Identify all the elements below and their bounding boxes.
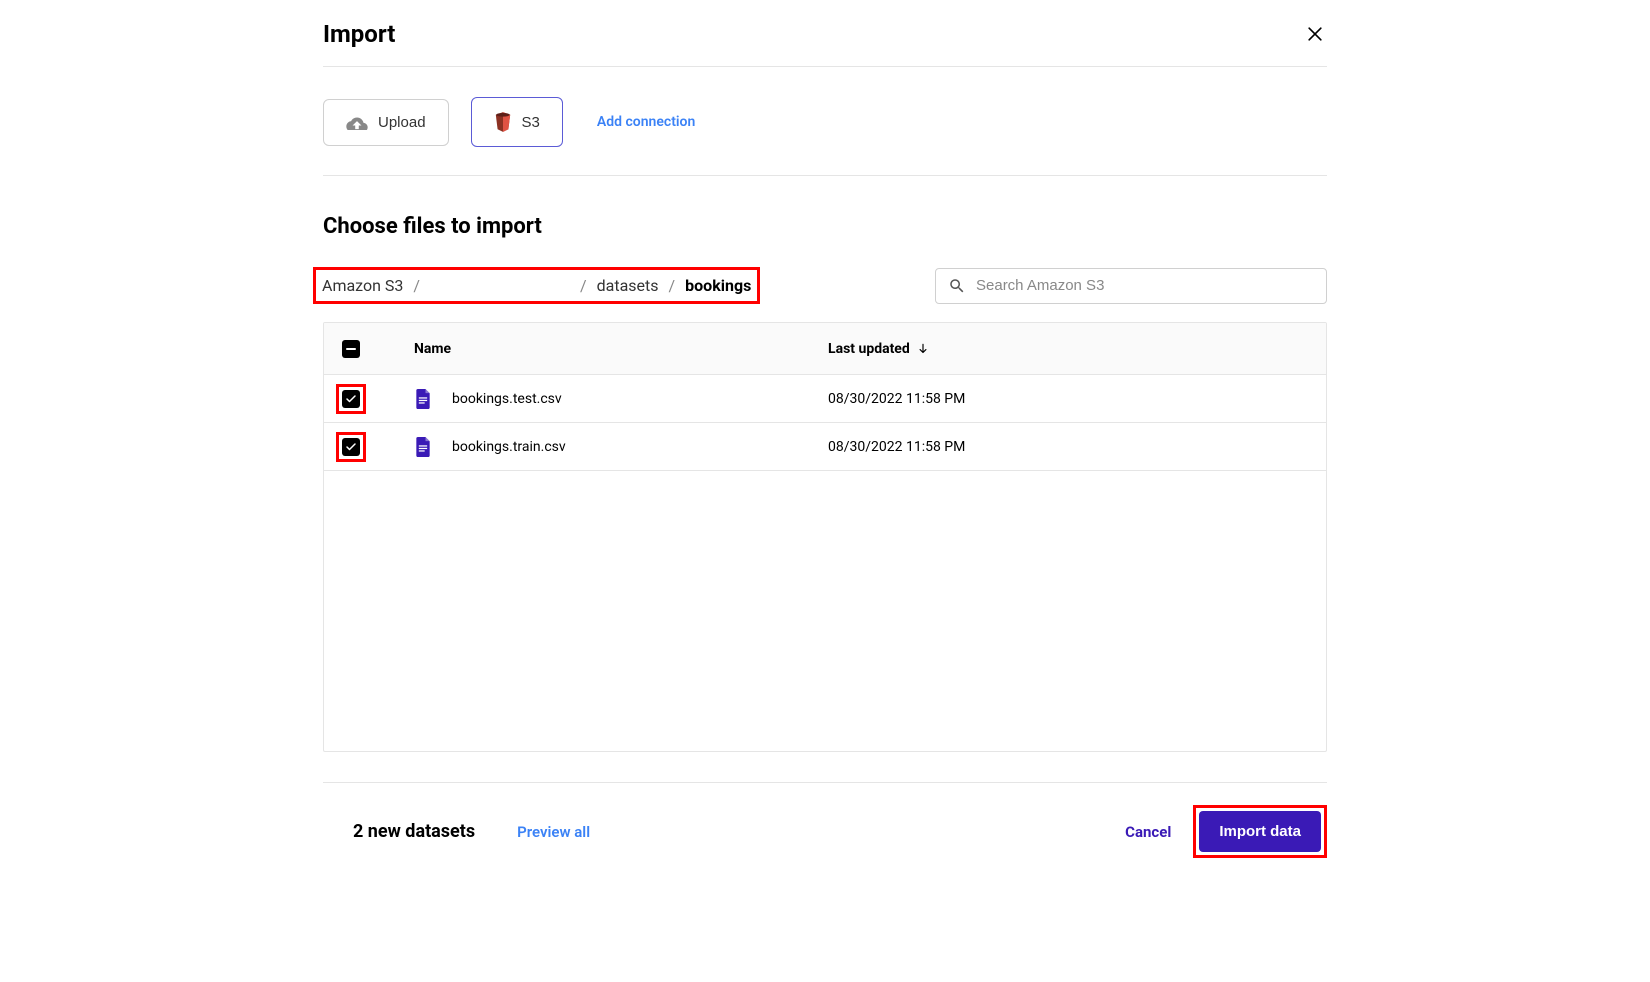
search-box[interactable] [935,268,1327,304]
table-header-row: Name Last updated [324,323,1326,375]
dataset-count-label: 2 new datasets [353,821,475,842]
file-table: Name Last updated [323,322,1327,752]
select-all-checkbox[interactable] [342,340,360,358]
table-row[interactable]: bookings.train.csv 08/30/2022 11:58 PM [324,423,1326,471]
add-connection-link[interactable]: Add connection [597,114,695,130]
file-last-updated: 08/30/2022 11:58 PM [828,391,1308,407]
source-upload-button[interactable]: Upload [323,99,449,146]
file-name: bookings.train.csv [452,439,566,455]
dialog-title: Import [323,20,395,48]
check-icon [345,441,357,453]
row-checkbox-wrapper [336,432,366,462]
table-row[interactable]: bookings.test.csv 08/30/2022 11:58 PM [324,375,1326,423]
breadcrumb-separator: / [669,276,676,295]
row-checkbox[interactable] [342,390,360,408]
breadcrumb-search-row: Amazon S3 / / datasets / bookings [323,267,1327,304]
close-icon [1305,24,1325,44]
file-name: bookings.test.csv [452,391,562,407]
source-s3-button[interactable]: S3 [471,97,563,147]
import-button-wrapper: Import data [1193,805,1327,858]
file-name-cell: bookings.train.csv [414,437,828,457]
source-s3-label: S3 [522,114,540,131]
select-all-checkbox-cell [342,340,414,358]
breadcrumb-separator: / [580,276,587,295]
dialog-footer: 2 new datasets Preview all Cancel Import… [323,782,1327,880]
s3-icon [494,112,512,132]
breadcrumb-datasets[interactable]: datasets [597,276,659,295]
file-icon [414,389,432,409]
breadcrumb-root[interactable]: Amazon S3 [322,276,403,295]
sort-down-icon [916,342,930,356]
search-input[interactable] [976,277,1314,294]
search-icon [948,277,966,295]
cancel-button[interactable]: Cancel [1125,823,1171,841]
breadcrumb: Amazon S3 / / datasets / bookings [313,267,760,304]
preview-all-link[interactable]: Preview all [517,823,590,841]
dialog-header: Import [323,0,1327,67]
column-header-name[interactable]: Name [414,341,828,357]
breadcrumb-separator: / [413,276,420,295]
import-data-button[interactable]: Import data [1199,811,1321,852]
cloud-upload-icon [346,114,368,130]
source-selector-row: Upload S3 Add connection [323,67,1327,176]
check-icon [345,393,357,405]
breadcrumb-current: bookings [685,276,751,295]
row-checkbox-wrapper [336,384,366,414]
file-last-updated: 08/30/2022 11:58 PM [828,439,1308,455]
source-upload-label: Upload [378,114,426,131]
row-checkbox[interactable] [342,438,360,456]
file-name-cell: bookings.test.csv [414,389,828,409]
column-header-last-updated[interactable]: Last updated [828,341,1308,357]
file-icon [414,437,432,457]
close-button[interactable] [1303,22,1327,46]
choose-files-heading: Choose files to import [323,214,1327,239]
